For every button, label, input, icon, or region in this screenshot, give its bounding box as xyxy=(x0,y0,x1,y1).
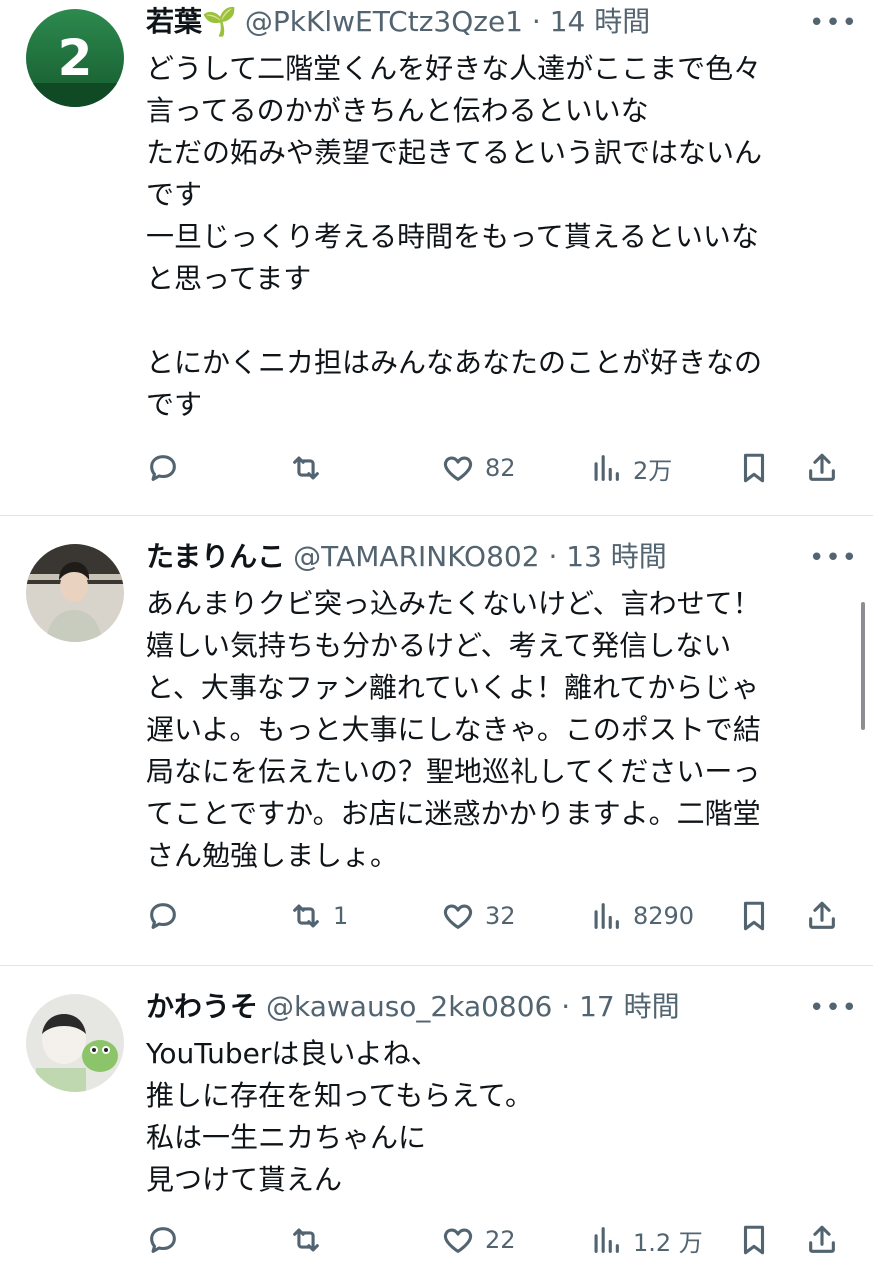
reply-button[interactable] xyxy=(146,894,190,938)
view-count: 1.2 万 xyxy=(633,1228,703,1257)
handle[interactable]: @PkKlwETCtz3Qze1 xyxy=(245,5,523,38)
separator: · xyxy=(561,990,571,1023)
share-upload-icon xyxy=(809,453,835,481)
views-button[interactable]: 1.2 万 xyxy=(589,1218,703,1262)
avatar[interactable] xyxy=(26,544,124,642)
avatar-image: 2 xyxy=(26,9,124,107)
view-count: 8290 xyxy=(633,902,695,930)
like-button[interactable]: 82 xyxy=(441,446,516,490)
action-bar: 22 1.2 万 xyxy=(146,1218,846,1262)
handle[interactable]: @TAMARINKO802 xyxy=(293,540,539,573)
like-count: 32 xyxy=(485,902,516,930)
avatar-image xyxy=(26,994,124,1092)
more-dots-icon[interactable]: ••• xyxy=(809,8,857,38)
avatar-image xyxy=(26,544,124,642)
post-header: かわうそ @kawauso_2ka0806 · 17 時間 xyxy=(146,987,823,1027)
share-upload-icon xyxy=(809,901,835,929)
view-count: 2万 xyxy=(633,456,673,485)
post[interactable]: 2 若葉🌱 @PkKlwETCtz3Qze1 · 14 時間 ••• どうして二階… xyxy=(0,0,873,515)
more-dots-icon[interactable]: ••• xyxy=(809,543,857,573)
repost-arrows-icon xyxy=(293,456,319,480)
heart-icon xyxy=(443,904,473,929)
bookmark-button[interactable] xyxy=(737,1218,771,1262)
post-header: たまりんこ @TAMARINKO802 · 13 時間 xyxy=(146,537,823,577)
display-name[interactable]: かわうそ xyxy=(146,990,258,1023)
avatar-number: 2 xyxy=(58,29,93,87)
share-button[interactable] xyxy=(805,894,839,938)
like-count: 82 xyxy=(485,454,516,482)
post[interactable]: かわうそ @kawauso_2ka0806 · 17 時間 ••• YouTube… xyxy=(0,966,873,1280)
reply-button[interactable] xyxy=(146,1218,190,1262)
share-button[interactable] xyxy=(805,446,839,490)
heart-icon xyxy=(443,1228,473,1253)
heart-icon xyxy=(443,456,473,481)
timestamp[interactable]: 14 時間 xyxy=(550,5,651,38)
more-dots-icon[interactable]: ••• xyxy=(809,993,857,1023)
like-button[interactable]: 32 xyxy=(441,894,516,938)
separator: · xyxy=(548,540,558,573)
avatar[interactable]: 2 xyxy=(26,9,124,107)
display-name[interactable]: たまりんこ xyxy=(146,540,285,573)
bar-chart-icon xyxy=(594,455,619,481)
separator: · xyxy=(531,5,541,38)
speech-bubble-icon xyxy=(150,903,176,929)
bookmark-icon xyxy=(743,1225,765,1255)
views-button[interactable]: 8290 xyxy=(589,894,694,938)
bookmark-icon xyxy=(743,453,765,483)
post-header: 若葉🌱 @PkKlwETCtz3Qze1 · 14 時間 xyxy=(146,2,823,42)
repost-button[interactable] xyxy=(289,446,333,490)
share-upload-icon xyxy=(809,1225,835,1253)
views-button[interactable]: 2万 xyxy=(589,446,672,490)
handle[interactable]: @kawauso_2ka0806 xyxy=(266,990,552,1023)
scrollbar[interactable] xyxy=(861,602,865,730)
bar-chart-icon xyxy=(594,1227,619,1253)
repost-arrows-icon xyxy=(293,904,319,928)
speech-bubble-icon xyxy=(150,1227,176,1253)
action-bar: 1 32 8290 xyxy=(146,894,846,938)
speech-bubble-icon xyxy=(150,455,176,481)
avatar[interactable] xyxy=(26,994,124,1092)
bar-chart-icon xyxy=(594,903,619,929)
bookmark-button[interactable] xyxy=(737,894,771,938)
share-button[interactable] xyxy=(805,1218,839,1262)
repost-button[interactable] xyxy=(289,1218,333,1262)
bookmark-icon xyxy=(743,901,765,931)
post-text: どうして二階堂くんを好きな人達がここまで色々 言ってるのかがきちんと伝わるといい… xyxy=(146,52,763,421)
like-button[interactable]: 22 xyxy=(441,1218,516,1262)
repost-button[interactable]: 1 xyxy=(289,894,348,938)
repost-count: 1 xyxy=(333,902,349,930)
timestamp[interactable]: 17 時間 xyxy=(579,990,680,1023)
timestamp[interactable]: 13 時間 xyxy=(566,540,667,573)
post-text: YouTuberは良いよね、 推しに存在を知ってもらえて。 私は一生ニカちゃんに… xyxy=(146,1037,533,1196)
post[interactable]: たまりんこ @TAMARINKO802 · 13 時間 ••• あんまりクビ突っ込… xyxy=(0,516,873,965)
post-text: あんまりクビ突っ込みたくないけど、言わせて！ 嬉しい気持ちも分かるけど、考えて発… xyxy=(146,587,761,872)
display-name[interactable]: 若葉🌱 xyxy=(146,5,237,38)
action-bar: 82 2万 xyxy=(146,446,846,490)
like-count: 22 xyxy=(485,1226,516,1254)
reply-button[interactable] xyxy=(146,446,190,490)
repost-arrows-icon xyxy=(293,1228,319,1252)
bookmark-button[interactable] xyxy=(737,446,771,490)
